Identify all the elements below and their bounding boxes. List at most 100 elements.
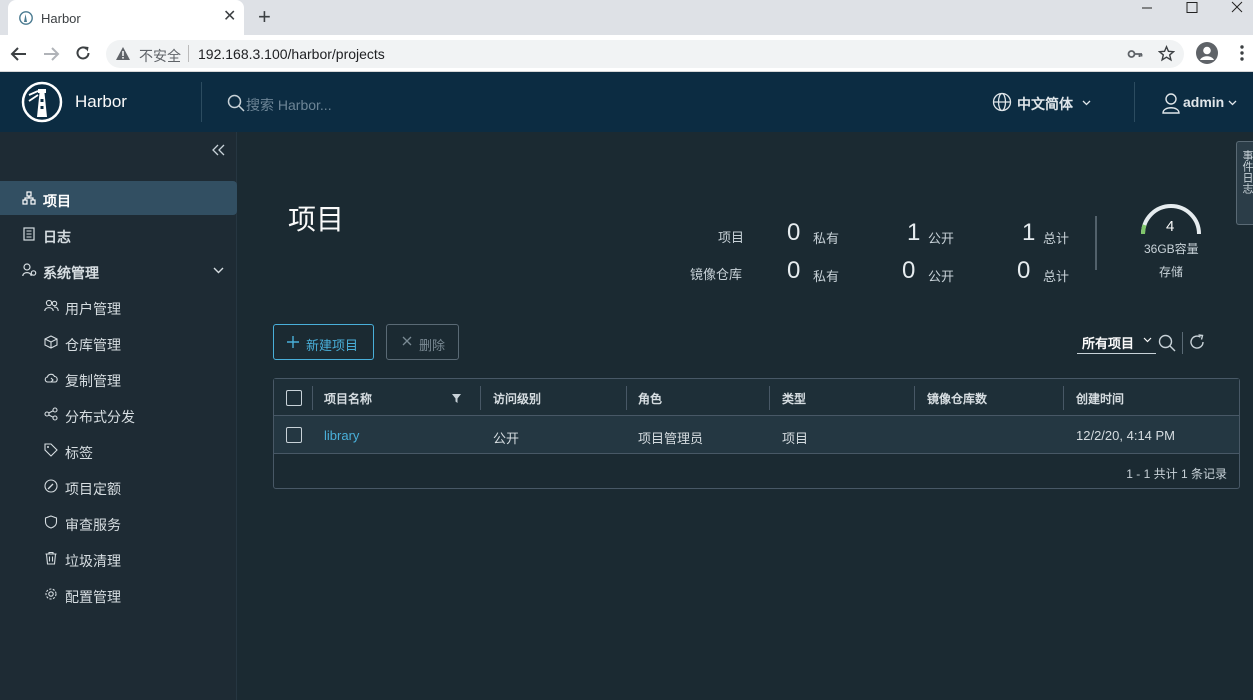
- forward-icon[interactable]: [42, 45, 60, 63]
- admin-icon: [22, 263, 37, 277]
- column-header-repo-count[interactable]: 镜像仓库数: [927, 390, 987, 407]
- sidebar-item-administration[interactable]: 系统管理: [0, 253, 237, 287]
- column-separator: [626, 386, 627, 410]
- search-icon[interactable]: [1158, 334, 1176, 352]
- star-icon[interactable]: [1158, 45, 1175, 62]
- delete-button[interactable]: 删除: [386, 324, 459, 360]
- tag-icon: [44, 443, 58, 457]
- minimize-icon[interactable]: [1125, 0, 1171, 30]
- public-label: 公开: [928, 269, 955, 284]
- browser-tab-bar: Harbor ✕ +: [0, 0, 1253, 35]
- event-log-tab[interactable]: 事件日志: [1236, 141, 1253, 225]
- projects-public-count: 1: [907, 219, 921, 246]
- filter-icon[interactable]: [452, 394, 461, 403]
- sidebar-item-label: 复制管理: [65, 373, 121, 389]
- harbor-favicon-icon: [19, 11, 33, 25]
- sidebar-item-projects[interactable]: 项目: [0, 181, 237, 215]
- warning-icon[interactable]: [115, 46, 131, 61]
- sidebar-item-registries[interactable]: 仓库管理: [0, 325, 237, 359]
- chevron-down-icon[interactable]: [213, 267, 224, 274]
- sidebar-item-garbage-collection[interactable]: 垃圾清理: [0, 541, 237, 575]
- maximize-icon[interactable]: [1168, 0, 1214, 30]
- window-close-icon[interactable]: [1212, 0, 1253, 30]
- sidebar-item-configuration[interactable]: 配置管理: [0, 577, 237, 611]
- toolbar-divider: [1182, 332, 1183, 354]
- global-search-input[interactable]: 搜索 Harbor...: [246, 95, 332, 115]
- key-icon[interactable]: [1127, 47, 1143, 61]
- column-header-created[interactable]: 创建时间: [1076, 390, 1124, 407]
- private-label: 私有: [813, 231, 840, 246]
- refresh-icon[interactable]: [1188, 333, 1206, 351]
- sidebar-item-label: 日志: [43, 229, 71, 245]
- sidebar-item-project-quotas[interactable]: 项目定额: [0, 469, 237, 503]
- table-row[interactable]: library 公开 项目管理员 项目 12/2/20, 4:14 PM: [274, 416, 1239, 454]
- type-cell: 项目: [782, 431, 809, 446]
- language-selector[interactable]: 中文简体: [1017, 94, 1073, 114]
- sidebar-item-label: 仓库管理: [65, 337, 121, 353]
- close-icon[interactable]: ✕: [223, 9, 236, 25]
- column-header-role[interactable]: 角色: [638, 390, 662, 407]
- sidebar-item-label: 系统管理: [43, 265, 99, 281]
- table-header: 项目名称 访问级别 角色 类型 镜像仓库数 创建时间: [274, 379, 1239, 416]
- access-level-cell: 公开: [493, 431, 520, 446]
- tab-title: Harbor: [41, 11, 81, 26]
- sidebar: 项目 日志 系统管理 用户管理 仓库管理 复制管理 分布式分发 标签 项目定额 …: [0, 132, 237, 700]
- replication-icon: [44, 371, 59, 385]
- storage-title: 存储: [1159, 265, 1184, 279]
- total-label: 总计: [1043, 231, 1070, 246]
- projects-private-count: 0: [787, 219, 801, 246]
- sidebar-item-labels[interactable]: 标签: [0, 433, 237, 467]
- filter-selected-label: 所有项目: [1082, 336, 1135, 351]
- harbor-logo-icon[interactable]: [21, 81, 63, 123]
- sidebar-item-label: 项目: [43, 193, 71, 209]
- search-icon[interactable]: [227, 94, 245, 112]
- new-project-button[interactable]: 新建项目: [273, 324, 374, 360]
- url-field[interactable]: 不安全 192.168.3.100/harbor/projects: [106, 40, 1184, 68]
- user-icon[interactable]: [1161, 92, 1181, 114]
- sidebar-item-user-management[interactable]: 用户管理: [0, 289, 237, 323]
- back-icon[interactable]: [10, 45, 28, 63]
- user-menu[interactable]: admin: [1183, 94, 1224, 110]
- menu-dots-icon[interactable]: [1240, 44, 1244, 62]
- reload-icon[interactable]: [74, 44, 92, 62]
- sidebar-item-label: 审查服务: [65, 517, 121, 533]
- projects-table: 项目名称 访问级别 角色 类型 镜像仓库数 创建时间 library 公开 项目…: [273, 378, 1240, 489]
- column-separator: [914, 386, 915, 410]
- column-separator: [769, 386, 770, 410]
- sidebar-item-label: 项目定额: [65, 481, 121, 497]
- chevron-down-icon[interactable]: [1228, 100, 1237, 106]
- sidebar-item-label: 垃圾清理: [65, 553, 121, 569]
- sidebar-item-distribution[interactable]: 分布式分发: [0, 397, 237, 431]
- pagination-summary: 1 - 1 共计 1 条记录: [1126, 467, 1227, 481]
- new-tab-icon[interactable]: +: [258, 6, 271, 28]
- row-checkbox[interactable]: [286, 427, 302, 443]
- header-divider: [1134, 82, 1135, 122]
- sidebar-item-interrogation-services[interactable]: 审查服务: [0, 505, 237, 539]
- browser-tab[interactable]: Harbor ✕: [8, 0, 244, 35]
- globe-icon[interactable]: [992, 92, 1012, 112]
- close-icon: [402, 336, 412, 346]
- app-header: Harbor 搜索 Harbor... 中文简体 admin: [0, 72, 1253, 132]
- select-all-checkbox[interactable]: [286, 390, 302, 406]
- sidebar-item-label: 标签: [65, 445, 93, 461]
- private-label: 私有: [813, 269, 840, 284]
- brand-name[interactable]: Harbor: [75, 92, 127, 112]
- column-header-name[interactable]: 项目名称: [324, 390, 372, 407]
- project-filter-select[interactable]: 所有项目: [1077, 330, 1156, 354]
- security-label: 不安全: [139, 48, 181, 64]
- chevron-down-icon[interactable]: [1082, 100, 1091, 106]
- sidebar-item-replications[interactable]: 复制管理: [0, 361, 237, 395]
- stats-divider: [1095, 216, 1097, 270]
- url-divider: [188, 45, 189, 62]
- project-name-link[interactable]: library: [324, 428, 359, 443]
- column-header-access[interactable]: 访问级别: [493, 390, 541, 407]
- main-content: 项目 项目 镜像仓库 0 私有 1 公开 1 总计 0 私有 0 公开 0 总计…: [238, 132, 1253, 700]
- projects-total-count: 1: [1022, 219, 1036, 246]
- url-text[interactable]: 192.168.3.100/harbor/projects: [198, 46, 385, 62]
- collapse-sidebar-icon[interactable]: [212, 144, 226, 156]
- profile-avatar-icon[interactable]: [1196, 42, 1218, 64]
- column-header-type[interactable]: 类型: [782, 390, 806, 407]
- total-label: 总计: [1043, 269, 1070, 284]
- sidebar-item-logs[interactable]: 日志: [0, 217, 237, 251]
- trash-icon: [44, 551, 58, 565]
